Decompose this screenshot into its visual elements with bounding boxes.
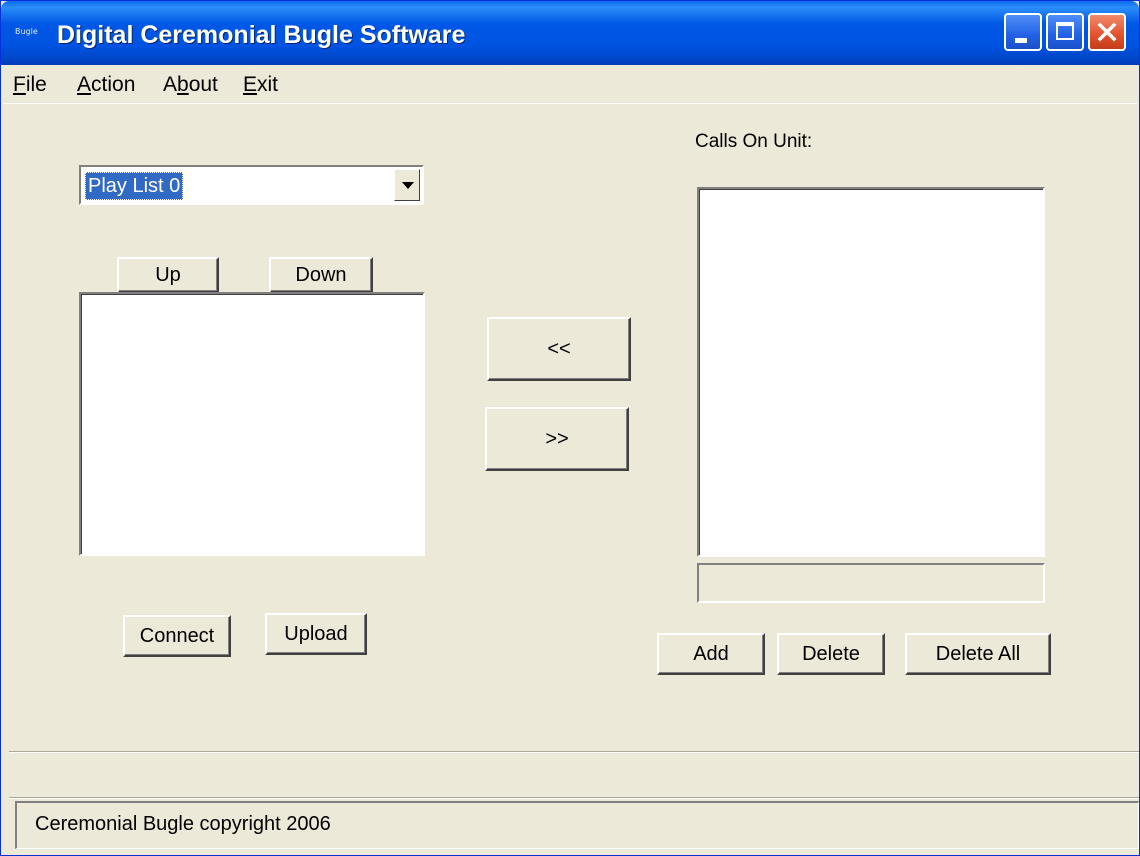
minimize-button[interactable] — [1004, 13, 1042, 51]
menu-about-mnemonic: b — [177, 73, 189, 96]
menu-exit-mnemonic: E — [243, 73, 258, 96]
connect-button[interactable]: Connect — [123, 615, 231, 657]
calls-on-unit-label: Calls On Unit: — [695, 131, 813, 152]
separator — [9, 797, 1139, 799]
app-icon: Bugle — [15, 27, 38, 36]
playlist-select-value: Play List 0 — [85, 172, 184, 200]
move-right-button[interactable]: >> — [485, 407, 629, 471]
up-button[interactable]: Up — [117, 257, 219, 293]
title-bar[interactable]: Bugle Digital Ceremonial Bugle Software — [1, 1, 1139, 65]
status-bar: Ceremonial Bugle copyright 2006 — [15, 801, 1139, 849]
menu-exit-rest: xit — [257, 73, 279, 96]
close-button[interactable] — [1088, 13, 1126, 51]
delete-all-button[interactable]: Delete All — [905, 633, 1051, 675]
menu-exit[interactable]: Exit — [243, 73, 278, 97]
maximize-button[interactable] — [1046, 13, 1084, 51]
playlist-select[interactable]: Play List 0 — [79, 165, 424, 205]
menu-about-pre: A — [163, 73, 178, 96]
main-window: Bugle Digital Ceremonial Bugle Software … — [0, 0, 1140, 856]
down-button[interactable]: Down — [269, 257, 373, 293]
window-title: Digital Ceremonial Bugle Software — [57, 21, 466, 49]
calls-listbox[interactable] — [697, 187, 1045, 557]
move-left-button[interactable]: << — [487, 317, 631, 381]
upload-button[interactable]: Upload — [265, 613, 367, 655]
separator — [9, 751, 1139, 753]
close-icon — [1097, 22, 1117, 42]
menu-file-mnemonic: F — [13, 73, 26, 96]
playlist-listbox[interactable] — [79, 292, 425, 556]
menu-action-rest: ction — [91, 73, 136, 96]
add-button[interactable]: Add — [657, 633, 765, 675]
call-name-field[interactable] — [697, 563, 1045, 603]
delete-button[interactable]: Delete — [777, 633, 885, 675]
menu-about[interactable]: About — [163, 73, 218, 97]
chevron-down-icon — [402, 182, 414, 189]
menu-file[interactable]: File — [13, 73, 47, 97]
menu-action-mnemonic: A — [77, 73, 92, 96]
menu-about-rest: out — [188, 73, 218, 96]
menu-action[interactable]: Action — [77, 73, 135, 97]
status-text: Ceremonial Bugle copyright 2006 — [35, 813, 331, 835]
menu-file-rest: ile — [25, 73, 47, 96]
dropdown-button[interactable] — [394, 169, 420, 201]
menu-bar: File Action About Exit — [3, 67, 1137, 104]
